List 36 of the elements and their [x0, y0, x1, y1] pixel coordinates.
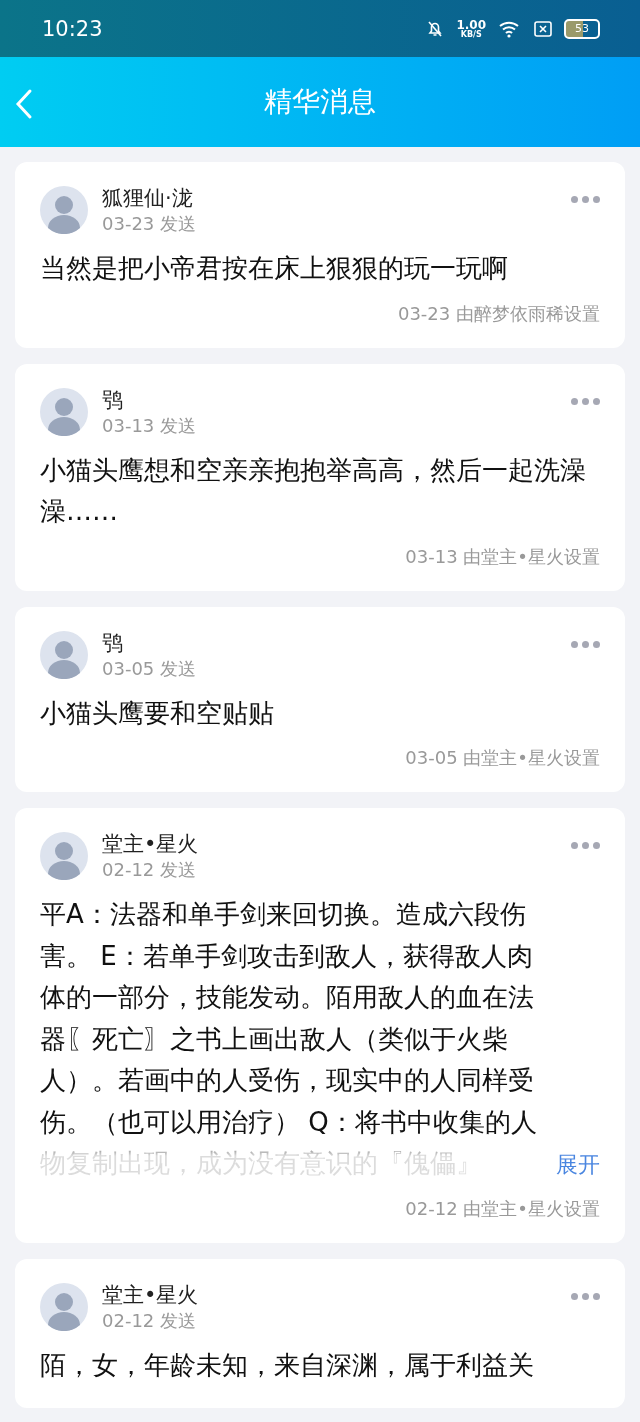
- avatar[interactable]: [40, 832, 88, 880]
- message-text: 平A：法器和单手剑来回切换。造成六段伤害。 E：若单手剑攻击到敌人，获得敌人肉体的一部分，技能发动。陌用敌人的血在法器〖死亡〗之书上画出敌人（类似于火柴人）。若画中的人受伤，现实中的人同样受伤。（也可以用治疗） Q：将书中收集的人物复制出现，成为没有意识的『傀儡』: [40, 898, 538, 1180]
- set-by-note: 03-23 由醉梦依雨稀设置: [396, 301, 600, 326]
- avatar[interactable]: [40, 630, 88, 679]
- more-button[interactable]: [571, 397, 600, 405]
- message-text: 小猫头鹰想和空亲亲抱抱举高高，然后一起洗澡澡……: [40, 453, 587, 528]
- more-button[interactable]: [571, 842, 600, 849]
- set-by-note: 03-13 由堂主•星火设置: [404, 544, 600, 569]
- more-button[interactable]: [571, 1292, 600, 1300]
- message-text: 当然是把小帝君按在床上狠狠的玩一玩啊: [40, 252, 509, 285]
- set-by-note: 02-12 由堂主•星火设置: [404, 1196, 600, 1221]
- sent-date: 03-05 发送: [102, 656, 198, 681]
- page-title: 精华消息: [264, 84, 376, 120]
- more-button[interactable]: [571, 640, 600, 648]
- sent-date: 03-13 发送: [102, 413, 198, 438]
- sent-date: 02-12 发送: [102, 858, 198, 882]
- author-name: 狐狸仙·泷: [102, 185, 194, 212]
- sim-off-icon: [534, 20, 552, 37]
- set-by-note: 03-05 由堂主•星火设置: [404, 746, 600, 770]
- author-name: 堂主•星火: [102, 1281, 200, 1309]
- message-text: 小猫头鹰要和空贴贴: [40, 696, 275, 730]
- author-name: 堂主•星火: [102, 831, 200, 858]
- author-name: 鸮: [102, 386, 124, 414]
- clock: 10:23: [42, 16, 103, 41]
- avatar[interactable]: [40, 1282, 88, 1331]
- bell-muted-icon: [426, 19, 445, 38]
- network-unit: KB/S: [460, 30, 482, 39]
- sent-date: 02-12 发送: [102, 1308, 198, 1333]
- network-speed: 1.00: [456, 18, 486, 31]
- avatar[interactable]: [40, 387, 88, 436]
- back-icon: [14, 88, 34, 120]
- sent-date: 03-23 发送: [102, 212, 198, 236]
- more-button[interactable]: [571, 196, 600, 203]
- avatar[interactable]: [40, 186, 88, 234]
- author-name: 鸮: [102, 629, 124, 657]
- message-text: 陌，女，年龄未知，来自深渊，属于利益关: [40, 1348, 535, 1382]
